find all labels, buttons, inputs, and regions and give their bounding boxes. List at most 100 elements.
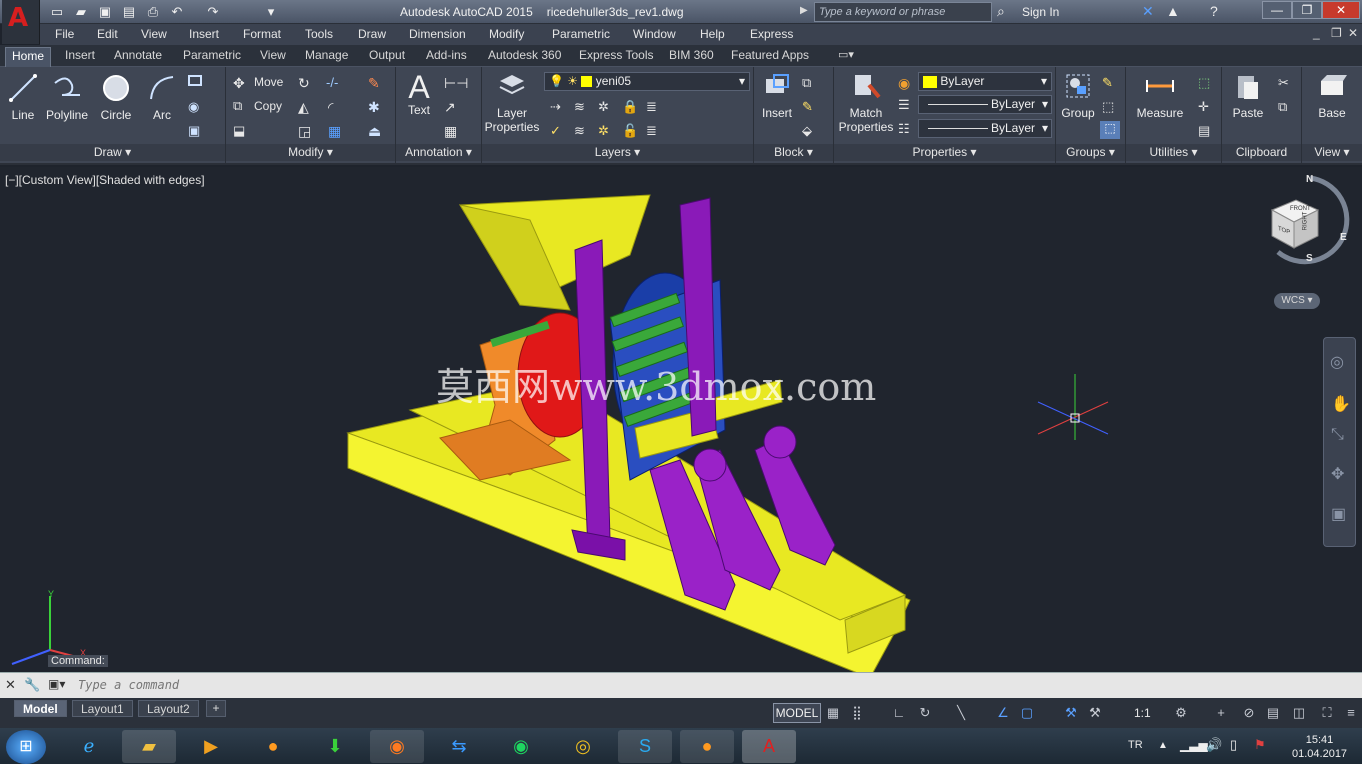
- cut-icon[interactable]: ✂: [1278, 75, 1294, 91]
- expand-search-icon[interactable]: ▶: [800, 5, 808, 16]
- autodesk-360-icon[interactable]: ▲: [1166, 3, 1180, 19]
- tab-add-ins[interactable]: Add-ins: [420, 47, 473, 63]
- open-icon[interactable]: ▰: [72, 3, 90, 21]
- input-language[interactable]: TR: [1128, 739, 1143, 751]
- osnap-icon[interactable]: ╲: [952, 704, 970, 722]
- minimize-button[interactable]: —: [1262, 1, 1292, 19]
- internet-explorer-icon[interactable]: ℯ: [62, 730, 116, 763]
- group-selection-icon[interactable]: ⬚: [1100, 121, 1120, 139]
- menu-window[interactable]: Window: [633, 27, 676, 41]
- compass-south[interactable]: S: [1306, 253, 1313, 264]
- sign-in-button[interactable]: Sign In: [1022, 5, 1059, 19]
- copy-clip-icon[interactable]: ⧉: [1278, 99, 1294, 115]
- close-command-line-icon[interactable]: ✕: [5, 677, 16, 693]
- tab-view[interactable]: View: [254, 47, 292, 63]
- vlc-player-icon[interactable]: ●: [680, 730, 734, 763]
- copy-button[interactable]: Copy: [254, 99, 282, 113]
- tab-autodesk-360[interactable]: Autodesk 360: [482, 47, 567, 63]
- erase-icon[interactable]: ✎: [368, 75, 384, 91]
- match-properties-button[interactable]: Match Properties: [836, 71, 896, 134]
- spotify-icon[interactable]: ◉: [494, 730, 548, 763]
- selection-cycling-icon[interactable]: ▢: [1018, 704, 1036, 722]
- scale-icon[interactable]: ◲: [298, 123, 314, 139]
- stretch-icon[interactable]: ⬓: [233, 123, 249, 139]
- menu-insert[interactable]: Insert: [189, 27, 219, 41]
- recent-commands-icon[interactable]: ▣▾: [48, 677, 65, 691]
- tab-manage[interactable]: Manage: [299, 47, 354, 63]
- plot-icon[interactable]: ⎙: [144, 3, 162, 21]
- color-dropdown[interactable]: ByLayer ▾: [918, 72, 1052, 91]
- hardware-acceleration-icon[interactable]: ▤: [1264, 704, 1282, 722]
- redo-icon[interactable]: ↷: [204, 3, 222, 21]
- menu-draw[interactable]: Draw: [358, 27, 386, 41]
- qat-dropdown-icon[interactable]: ▾: [262, 3, 280, 21]
- exchange-apps-icon[interactable]: ✕: [1142, 3, 1154, 20]
- properties-panel-title[interactable]: Properties ▾: [834, 144, 1055, 161]
- save-icon[interactable]: ▣: [96, 3, 114, 21]
- auto-scale-icon[interactable]: ⚒: [1086, 704, 1104, 722]
- orbit-icon[interactable]: ✥: [1331, 464, 1344, 484]
- tab-parametric[interactable]: Parametric: [177, 47, 247, 63]
- modify-panel-title[interactable]: Modify ▾: [226, 144, 395, 161]
- offset-icon[interactable]: ⏏: [368, 123, 384, 139]
- utilities-panel-title[interactable]: Utilities ▾: [1126, 144, 1221, 161]
- quick-select-icon[interactable]: ⬚: [1198, 75, 1214, 91]
- power-icon[interactable]: ▯: [1230, 737, 1237, 753]
- draw-panel-title[interactable]: Draw ▾: [0, 144, 225, 161]
- start-button-icon[interactable]: ⊞: [6, 730, 46, 764]
- table-icon[interactable]: ▦: [444, 123, 460, 139]
- view-panel-title[interactable]: View ▾: [1302, 144, 1362, 161]
- isolate-objects-icon[interactable]: ⊘: [1240, 704, 1258, 722]
- snap-icon[interactable]: ⣿: [848, 704, 866, 722]
- linetype-dropdown[interactable]: ByLayer ▾: [918, 119, 1052, 138]
- menu-edit[interactable]: Edit: [97, 27, 118, 41]
- arc-button[interactable]: Arc: [142, 73, 182, 122]
- edit-block-icon[interactable]: ✎: [802, 99, 818, 115]
- tab-featured-apps[interactable]: Featured Apps: [725, 47, 815, 63]
- menu-express[interactable]: Express: [750, 27, 793, 41]
- group-button[interactable]: Group: [1058, 71, 1098, 120]
- boundary-icon[interactable]: ▣: [188, 123, 204, 139]
- steering-wheel-icon[interactable]: ◎: [1330, 352, 1344, 372]
- layer-off-icon[interactable]: ⇢: [550, 99, 566, 115]
- command-input[interactable]: Type a command: [78, 678, 179, 692]
- lineweight-dropdown[interactable]: ByLayer ▾: [918, 95, 1052, 114]
- chrome-icon[interactable]: ◎: [556, 730, 610, 763]
- grid-icon[interactable]: ▦: [824, 704, 842, 722]
- download-manager-icon[interactable]: ⬇: [308, 730, 362, 763]
- customization-icon[interactable]: ≡: [1342, 704, 1360, 722]
- menu-format[interactable]: Format: [243, 27, 281, 41]
- doc-minimize-icon[interactable]: _: [1313, 26, 1320, 40]
- layout-tab-layout1[interactable]: Layout1: [72, 700, 133, 717]
- hatch-icon[interactable]: ◉: [188, 99, 204, 115]
- rotate-icon[interactable]: ↻: [298, 75, 314, 91]
- close-button[interactable]: ✕: [1322, 1, 1360, 19]
- search-icon[interactable]: ⌕: [997, 3, 1017, 21]
- compass-north[interactable]: N: [1306, 174, 1313, 185]
- clean-screen-icon[interactable]: ◫: [1290, 704, 1308, 722]
- undo-icon[interactable]: ↶: [168, 3, 186, 21]
- layer-isolate-icon[interactable]: ≋: [574, 99, 590, 115]
- application-menu-button[interactable]: A: [2, 0, 40, 44]
- pan-icon[interactable]: ✋: [1331, 394, 1351, 414]
- add-layout-icon[interactable]: +: [206, 700, 226, 717]
- text-button[interactable]: A Text: [400, 71, 438, 117]
- system-clock[interactable]: 15:41 01.04.2017: [1292, 733, 1347, 761]
- id-point-icon[interactable]: ✛: [1198, 99, 1214, 115]
- workspace-gear-icon[interactable]: ⚙: [1172, 704, 1190, 722]
- media-player-icon[interactable]: ▶: [184, 730, 238, 763]
- insert-button[interactable]: Insert: [756, 71, 798, 120]
- customize-icon[interactable]: 🔧: [24, 677, 40, 693]
- paste-button[interactable]: Paste: [1228, 71, 1268, 120]
- explode-icon[interactable]: ✱: [368, 99, 384, 115]
- menu-view[interactable]: View: [141, 27, 167, 41]
- tab-home[interactable]: Home: [5, 47, 52, 68]
- tab-annotate[interactable]: Annotate: [108, 47, 168, 63]
- tab-output[interactable]: Output: [363, 47, 411, 63]
- mirror-icon[interactable]: ◭: [298, 99, 314, 115]
- menu-file[interactable]: File: [55, 27, 74, 41]
- layer-walk-icon[interactable]: ≣: [646, 123, 662, 139]
- circle-button[interactable]: Circle: [96, 73, 136, 122]
- annotation-scale[interactable]: 1:1: [1134, 706, 1151, 720]
- group-edit-icon[interactable]: ⬚: [1102, 99, 1118, 115]
